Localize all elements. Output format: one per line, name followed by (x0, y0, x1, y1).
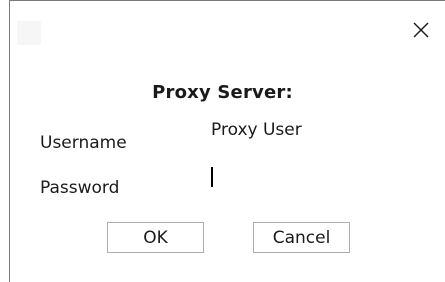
username-value[interactable]: Proxy User (211, 120, 302, 140)
text-cursor (211, 167, 213, 187)
cancel-button[interactable]: Cancel (253, 222, 350, 253)
password-label: Password (40, 178, 120, 198)
dialog-left-border (9, 0, 10, 282)
username-label: Username (40, 133, 127, 153)
app-icon (17, 21, 41, 45)
ok-button[interactable]: OK (107, 222, 204, 253)
close-icon (413, 22, 429, 38)
dialog-top-border (10, 0, 445, 1)
dialog-title: Proxy Server: (152, 82, 293, 103)
password-field-container[interactable] (208, 164, 392, 192)
close-button[interactable] (405, 14, 437, 46)
password-field[interactable] (208, 164, 392, 192)
proxy-login-dialog: Proxy Server: Username Proxy User Passwo… (0, 0, 445, 282)
